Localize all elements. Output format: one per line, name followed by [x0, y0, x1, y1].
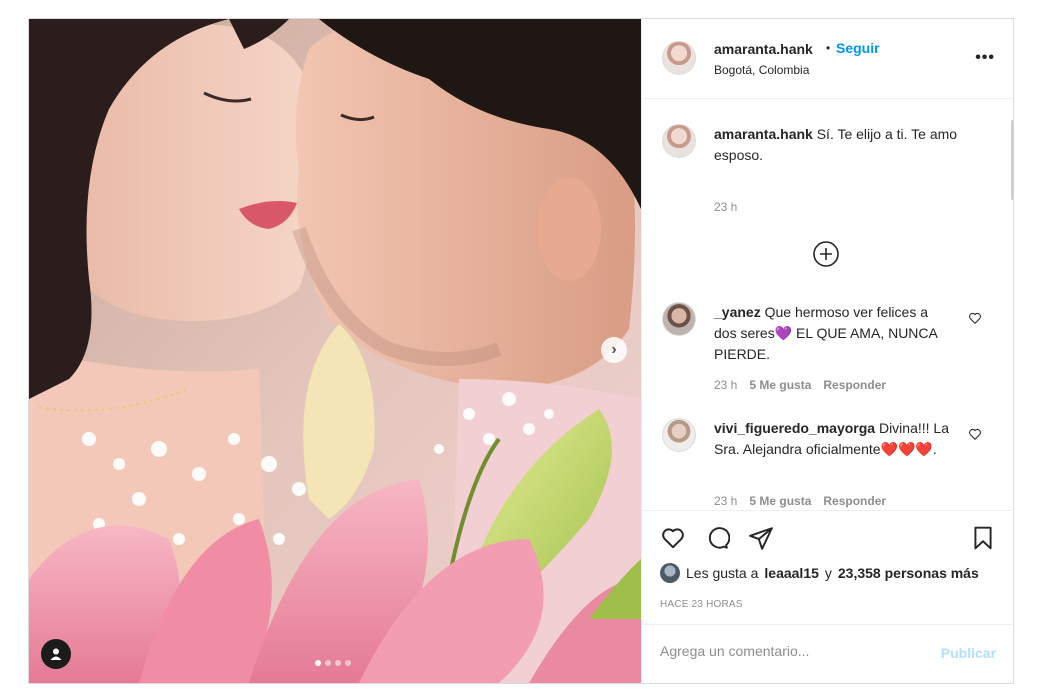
caption-meta: 23 h: [714, 200, 737, 214]
carousel-dot-4[interactable]: [345, 660, 351, 666]
comment-likes[interactable]: 5 Me gusta: [749, 494, 811, 508]
comment-input[interactable]: [660, 643, 920, 659]
next-arrow-icon[interactable]: ›: [601, 337, 627, 363]
more-options-icon[interactable]: •••: [975, 49, 995, 67]
share-icon[interactable]: [748, 525, 774, 551]
comment-avatar[interactable]: [662, 418, 696, 452]
comment-icon[interactable]: [704, 525, 730, 551]
save-icon[interactable]: [970, 525, 996, 551]
follow-button[interactable]: Seguir: [836, 40, 880, 56]
post-sidebar: amaranta.hank • Seguir Bogotá, Colombia …: [641, 19, 1014, 683]
reply-button[interactable]: Responder: [823, 378, 886, 392]
comment-username[interactable]: vivi_figueredo_mayorga: [714, 420, 875, 436]
reply-button[interactable]: Responder: [823, 494, 886, 508]
comments-section[interactable]: amaranta.hank Sí. Te elijo a ti. Te amo …: [642, 100, 1014, 510]
person-icon: [50, 648, 62, 660]
instagram-post: › amaranta.hank • Seguir Bogotá, Colombi…: [28, 18, 1014, 684]
header-separator: •: [826, 41, 831, 55]
comment-text: vivi_figueredo_mayorga Divina!!! La Sra.…: [714, 418, 954, 460]
post-header: amaranta.hank • Seguir Bogotá, Colombia …: [642, 19, 1013, 99]
caption-time[interactable]: 23 h: [714, 200, 737, 214]
liker-avatar[interactable]: [660, 563, 680, 583]
comment-text: _yanez Que hermoso ver felices a dos ser…: [714, 302, 954, 365]
comment-like-heart-icon[interactable]: [968, 311, 982, 325]
comment-avatar[interactable]: [662, 302, 696, 336]
post-location[interactable]: Bogotá, Colombia: [714, 63, 809, 77]
carousel-dot-1[interactable]: [315, 660, 321, 666]
heart-icon[interactable]: [660, 525, 686, 551]
likes-count[interactable]: 23,358 personas más: [838, 565, 979, 581]
comment-time[interactable]: 23 h: [714, 378, 737, 392]
photo-illustration: [29, 19, 641, 683]
caption-username[interactable]: amaranta.hank: [714, 126, 813, 142]
caption-avatar[interactable]: [662, 124, 696, 158]
add-circle-icon[interactable]: [812, 240, 840, 268]
comment-like-heart-icon[interactable]: [968, 427, 982, 441]
liker-username[interactable]: leaaal15: [764, 565, 819, 581]
comment-meta: 23 h 5 Me gusta Responder: [714, 494, 886, 508]
author-username[interactable]: amaranta.hank: [714, 41, 813, 57]
carousel-dots: [315, 660, 351, 666]
carousel-dot-2[interactable]: [325, 660, 331, 666]
likes-prefix: Les gusta a: [686, 565, 759, 581]
likes-summary: Les gusta a leaaal15 y 23,358 personas m…: [660, 563, 979, 583]
tag-user-icon[interactable]: [41, 639, 71, 669]
post-photo[interactable]: ›: [29, 19, 641, 683]
likes-middle: y: [824, 565, 832, 581]
carousel-dot-3[interactable]: [335, 660, 341, 666]
comment-likes[interactable]: 5 Me gusta: [749, 378, 811, 392]
add-comment-bar: Publicar: [642, 624, 1014, 683]
comment-time[interactable]: 23 h: [714, 494, 737, 508]
post-timestamp[interactable]: HACE 23 HORAS: [660, 599, 743, 610]
comment-meta: 23 h 5 Me gusta Responder: [714, 378, 886, 392]
caption-text: amaranta.hank Sí. Te elijo a ti. Te amo …: [714, 124, 984, 166]
comments-scrollbar[interactable]: [1011, 120, 1014, 200]
post-actions: Les gusta a leaaal15 y 23,358 personas m…: [642, 510, 1014, 624]
comment-username[interactable]: _yanez: [714, 304, 761, 320]
publish-button[interactable]: Publicar: [941, 645, 996, 661]
author-avatar[interactable]: [662, 41, 696, 75]
